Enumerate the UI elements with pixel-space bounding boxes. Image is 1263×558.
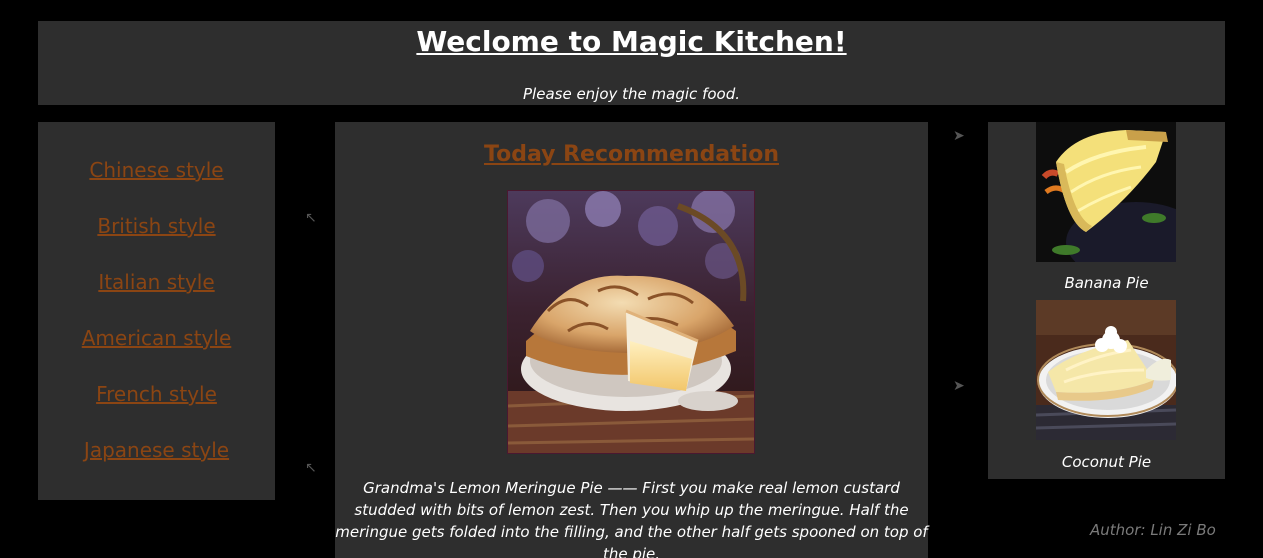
page-title[interactable]: Weclome to Magic Kitchen! [38,25,1225,58]
sidebar-item-british[interactable]: British style [38,214,275,238]
page: ↖ ↖ ➤ ➤ Weclome to Magic Kitchen! Please… [0,0,1263,558]
banana-pie-image[interactable] [1036,122,1176,262]
decorative-arrow-icon: ↖ [305,210,317,226]
recommendation-heading[interactable]: Today Recommendation [335,142,928,167]
lemon-meringue-pie-illustration [508,191,754,453]
lemon-meringue-pie-image [507,190,755,454]
coconut-pie-label: Coconut Pie [1061,453,1152,471]
decorative-arrow-icon: ➤ [953,378,965,394]
recipe-description: Grandma's Lemon Meringue Pie —— First yo… [335,479,928,558]
coconut-pie-image[interactable] [1036,300,1176,440]
header: Weclome to Magic Kitchen! Please enjoy t… [38,21,1225,105]
decorative-arrow-icon: ↖ [305,460,317,476]
side-recommendations: Banana Pie Coconut Pie [988,122,1225,479]
sidebar-item-french[interactable]: French style [38,382,275,406]
sidebar: Chinese style British style Italian styl… [38,122,275,500]
banana-pie-label: Banana Pie [1064,274,1149,292]
banana-pie-illustration [1036,122,1176,262]
decorative-arrow-icon: ➤ [953,128,965,144]
coconut-pie-illustration [1036,300,1176,440]
sidebar-item-japanese[interactable]: Japanese style [38,438,275,462]
author-credit: Author: Lin Zi Bo [1090,521,1216,539]
page-subtitle: Please enjoy the magic food. [523,85,740,103]
main-content: Today Recommendation Grandma's Lemon Mer… [335,122,928,558]
sidebar-item-american[interactable]: American style [38,326,275,350]
sidebar-item-italian[interactable]: Italian style [38,270,275,294]
sidebar-item-chinese[interactable]: Chinese style [38,158,275,182]
